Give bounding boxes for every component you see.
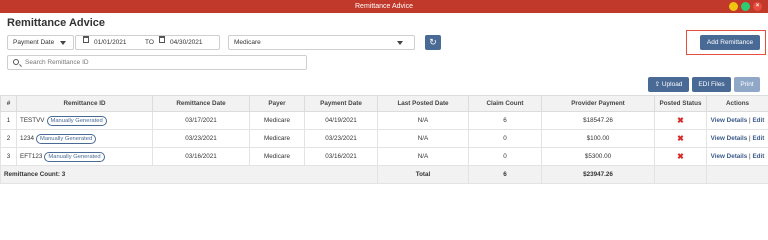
payer: Medicare [249, 147, 305, 166]
remittance-date: 03/16/2021 [152, 147, 250, 166]
row-number: 3 [0, 147, 17, 166]
remittance-id-cell: EFT123 Manually Generated [16, 147, 153, 166]
remittance-id-cell: TESTVV Manually Generated [16, 111, 153, 130]
posted-status: ✖ [654, 111, 707, 130]
chevron-down-icon [397, 41, 403, 45]
calendar-icon [83, 36, 89, 43]
edi-files-button[interactable]: EDI Files [692, 77, 731, 92]
table-row: 2 1234 Manually Generated 03/23/2021 Medi… [0, 129, 768, 148]
remittance-date: 03/17/2021 [152, 111, 250, 130]
provider-payment: $5300.00 [541, 147, 655, 166]
row-number: 2 [0, 129, 17, 148]
page-title: Remittance Advice [7, 17, 106, 29]
provider-payment: $100.00 [541, 129, 655, 148]
column-header[interactable]: Payer [249, 95, 305, 112]
row-number: 1 [0, 111, 17, 130]
column-header[interactable]: Payment Date [304, 95, 378, 112]
search-box[interactable] [7, 55, 307, 70]
remittance-count: Remittance Count: 3 [0, 165, 378, 184]
payer: Medicare [249, 129, 305, 148]
upload-label: Upload [661, 81, 683, 88]
provider-payment: $18547.26 [541, 111, 655, 130]
remittance-id: EFT123 [20, 152, 43, 160]
footer-empty-cell [654, 165, 707, 184]
maximize-icon[interactable] [741, 2, 750, 11]
actions-cell: View Details | Edit [706, 129, 768, 148]
edit-link[interactable]: Edit [752, 135, 764, 142]
column-header[interactable]: Last Posted Date [377, 95, 469, 112]
date-type-select[interactable]: Payment Date [7, 35, 74, 50]
view-details-link[interactable]: View Details [711, 135, 748, 142]
payment-date: 03/23/2021 [304, 129, 378, 148]
total-label: Total [377, 165, 469, 184]
refresh-button[interactable]: ↻ [425, 35, 441, 50]
date-type-value: Payment Date [13, 39, 55, 46]
remittance-id: TESTVV [20, 116, 45, 124]
refresh-icon: ↻ [429, 37, 437, 47]
remittance-id-cell: 1234 Manually Generated [16, 129, 153, 148]
column-header: Actions [706, 95, 768, 112]
print-button[interactable]: Print [734, 77, 760, 92]
remittance-id: 1234 [20, 134, 35, 142]
search-icon [13, 59, 19, 65]
remittance-date: 03/23/2021 [152, 129, 250, 148]
remittance-table: # Remittance ID Remittance Date Payer Pa… [0, 95, 768, 184]
table-row: 3 EFT123 Manually Generated 03/16/2021 Me… [0, 147, 768, 166]
last-posted-date: N/A [377, 147, 469, 166]
manually-generated-badge: Manually Generated [44, 151, 105, 162]
payer-select[interactable]: Medicare [228, 35, 415, 50]
date-range-picker[interactable]: 01/01/2021 TO 04/30/2021 [75, 35, 220, 50]
calendar-icon [159, 36, 165, 43]
chevron-down-icon [60, 41, 66, 45]
window-titlebar: Remittance Advice × [0, 0, 768, 13]
view-details-link[interactable]: View Details [711, 117, 748, 124]
minimize-icon[interactable] [729, 2, 738, 11]
column-header[interactable]: Provider Payment [541, 95, 655, 112]
column-header[interactable]: Remittance ID [16, 95, 153, 112]
action-separator: | [749, 153, 751, 160]
table-footer-row: Remittance Count: 3 Total 6 $23947.26 [0, 165, 768, 184]
last-posted-date: N/A [377, 129, 469, 148]
view-details-link[interactable]: View Details [711, 153, 748, 160]
column-header[interactable]: Posted Status [654, 95, 707, 112]
not-posted-icon: ✖ [677, 116, 684, 125]
edit-link[interactable]: Edit [752, 153, 764, 160]
actions-cell: View Details | Edit [706, 147, 768, 166]
search-input[interactable] [25, 57, 295, 68]
table-header-row: # Remittance ID Remittance Date Payer Pa… [0, 95, 768, 112]
column-header[interactable]: Claim Count [468, 95, 542, 112]
action-separator: | [749, 117, 751, 124]
posted-status: ✖ [654, 129, 707, 148]
not-posted-icon: ✖ [677, 134, 684, 143]
last-posted-date: N/A [377, 111, 469, 130]
column-header[interactable]: Remittance Date [152, 95, 250, 112]
payer-value: Medicare [234, 39, 261, 46]
provider-payment-total: $23947.26 [541, 165, 655, 184]
claim-count: 0 [468, 129, 542, 148]
manually-generated-badge: Manually Generated [36, 133, 97, 144]
close-icon[interactable]: × [753, 2, 762, 11]
date-to-value: 04/30/2021 [170, 39, 203, 46]
edit-link[interactable]: Edit [752, 117, 764, 124]
claim-count-total: 6 [468, 165, 542, 184]
action-separator: | [749, 135, 751, 142]
footer-empty-cell [706, 165, 768, 184]
column-header: # [0, 95, 17, 112]
date-to-label: TO [145, 39, 154, 46]
claim-count: 6 [468, 111, 542, 130]
table-row: 1 TESTVV Manually Generated 03/17/2021 Me… [0, 111, 768, 130]
payment-date: 04/19/2021 [304, 111, 378, 130]
posted-status: ✖ [654, 147, 707, 166]
manually-generated-badge: Manually Generated [46, 115, 107, 126]
window-title: Remittance Advice [355, 3, 413, 10]
upload-icon: ⇪ [654, 81, 661, 88]
claim-count: 0 [468, 147, 542, 166]
payment-date: 03/16/2021 [304, 147, 378, 166]
upload-button[interactable]: ⇪ Upload [648, 77, 689, 92]
not-posted-icon: ✖ [677, 152, 684, 161]
payer: Medicare [249, 111, 305, 130]
actions-cell: View Details | Edit [706, 111, 768, 130]
add-remittance-button[interactable]: Add Remittance [700, 35, 760, 50]
date-from-value: 01/01/2021 [94, 39, 127, 46]
